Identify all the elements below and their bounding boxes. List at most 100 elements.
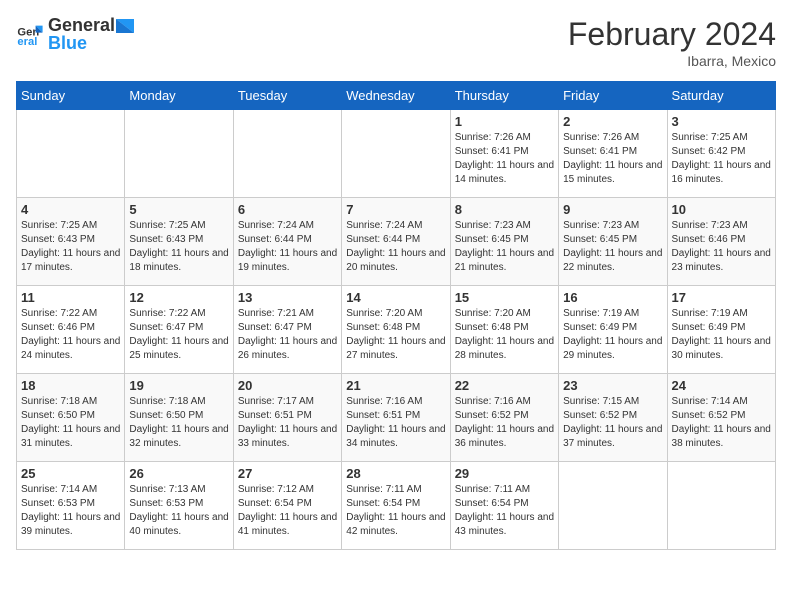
day-info: Sunrise: 7:25 AM Sunset: 6:42 PM Dayligh… [672,131,771,187]
calendar-cell: 26 Sunrise: 7:13 AM Sunset: 6:53 PM Dayli… [125,462,233,550]
day-number: 10 [672,202,771,217]
calendar-cell [233,110,341,198]
day-info: Sunrise: 7:16 AM Sunset: 6:52 PM Dayligh… [455,395,554,451]
day-number: 24 [672,378,771,393]
day-number: 7 [346,202,445,217]
logo: Gen eral General Blue [16,16,135,52]
calendar-cell: 1Sunrise: 7:26 AM Sunset: 6:41 PM Daylig… [450,110,558,198]
week-row-2: 11 Sunrise: 7:22 AM Sunset: 6:46 PM Dayli… [17,286,776,374]
day-header-monday: Monday [125,82,233,110]
day-number: 8 [455,202,554,217]
calendar-cell: 23 Sunrise: 7:15 AM Sunset: 6:52 PM Dayli… [559,374,667,462]
svg-text:eral: eral [17,36,37,48]
calendar-cell: 6Sunrise: 7:24 AM Sunset: 6:44 PM Daylig… [233,198,341,286]
logo-general: General [48,15,115,35]
day-number: 3 [672,114,771,129]
week-row-4: 25Sunrise: 7:14 AM Sunset: 6:53 PM Dayli… [17,462,776,550]
calendar-cell: 4 Sunrise: 7:25 AM Sunset: 6:43 PM Daylig… [17,198,125,286]
calendar-cell: 21 Sunrise: 7:16 AM Sunset: 6:51 PM Dayli… [342,374,450,462]
day-number: 28 [346,466,445,481]
day-info: Sunrise: 7:18 AM Sunset: 6:50 PM Dayligh… [21,395,120,451]
calendar-cell [559,462,667,550]
day-info: Sunrise: 7:11 AM Sunset: 6:54 PM Dayligh… [346,483,445,539]
day-info: Sunrise: 7:22 AM Sunset: 6:47 PM Dayligh… [129,307,228,363]
day-info: Sunrise: 7:18 AM Sunset: 6:50 PM Dayligh… [129,395,228,451]
calendar-header: SundayMondayTuesdayWednesdayThursdayFrid… [17,82,776,110]
day-info: Sunrise: 7:22 AM Sunset: 6:46 PM Dayligh… [21,307,120,363]
calendar-cell: 14Sunrise: 7:20 AM Sunset: 6:48 PM Dayli… [342,286,450,374]
calendar-cell: 17 Sunrise: 7:19 AM Sunset: 6:49 PM Dayli… [667,286,775,374]
calendar-cell: 16 Sunrise: 7:19 AM Sunset: 6:49 PM Dayli… [559,286,667,374]
calendar-cell: 9Sunrise: 7:23 AM Sunset: 6:45 PM Daylig… [559,198,667,286]
calendar-cell [667,462,775,550]
calendar-cell: 10 Sunrise: 7:23 AM Sunset: 6:46 PM Dayli… [667,198,775,286]
day-header-tuesday: Tuesday [233,82,341,110]
day-info: Sunrise: 7:17 AM Sunset: 6:51 PM Dayligh… [238,395,337,451]
day-number: 6 [238,202,337,217]
day-number: 29 [455,466,554,481]
day-header-wednesday: Wednesday [342,82,450,110]
day-number: 15 [455,290,554,305]
day-number: 26 [129,466,228,481]
calendar-cell: 3 Sunrise: 7:25 AM Sunset: 6:42 PM Daylig… [667,110,775,198]
calendar-cell: 27 Sunrise: 7:12 AM Sunset: 6:54 PM Dayli… [233,462,341,550]
day-info: Sunrise: 7:26 AM Sunset: 6:41 PM Dayligh… [455,131,554,187]
calendar-cell: 22 Sunrise: 7:16 AM Sunset: 6:52 PM Dayli… [450,374,558,462]
calendar-cell [125,110,233,198]
calendar-cell: 12Sunrise: 7:22 AM Sunset: 6:47 PM Dayli… [125,286,233,374]
calendar-cell: 8 Sunrise: 7:23 AM Sunset: 6:45 PM Daylig… [450,198,558,286]
calendar-cell: 7Sunrise: 7:24 AM Sunset: 6:44 PM Daylig… [342,198,450,286]
day-number: 20 [238,378,337,393]
day-info: Sunrise: 7:12 AM Sunset: 6:54 PM Dayligh… [238,483,337,539]
day-info: Sunrise: 7:25 AM Sunset: 6:43 PM Dayligh… [21,219,120,275]
title-area: February 2024 Ibarra, Mexico [568,16,776,69]
day-number: 27 [238,466,337,481]
day-number: 2 [563,114,662,129]
logo-icon: Gen eral [16,20,44,48]
day-info: Sunrise: 7:11 AM Sunset: 6:54 PM Dayligh… [455,483,554,539]
day-header-thursday: Thursday [450,82,558,110]
calendar-title: February 2024 [568,16,776,53]
day-info: Sunrise: 7:26 AM Sunset: 6:41 PM Dayligh… [563,131,662,187]
day-info: Sunrise: 7:14 AM Sunset: 6:52 PM Dayligh… [672,395,771,451]
calendar-cell: 15Sunrise: 7:20 AM Sunset: 6:48 PM Dayli… [450,286,558,374]
calendar-subtitle: Ibarra, Mexico [568,53,776,69]
calendar-cell: 19Sunrise: 7:18 AM Sunset: 6:50 PM Dayli… [125,374,233,462]
calendar-cell: 5Sunrise: 7:25 AM Sunset: 6:43 PM Daylig… [125,198,233,286]
day-header-friday: Friday [559,82,667,110]
day-info: Sunrise: 7:23 AM Sunset: 6:45 PM Dayligh… [455,219,554,275]
day-number: 16 [563,290,662,305]
calendar-cell: 11 Sunrise: 7:22 AM Sunset: 6:46 PM Dayli… [17,286,125,374]
day-number: 18 [21,378,120,393]
day-number: 21 [346,378,445,393]
logo-arrow-icon [116,19,134,33]
calendar-cell: 18 Sunrise: 7:18 AM Sunset: 6:50 PM Dayli… [17,374,125,462]
day-number: 13 [238,290,337,305]
day-number: 25 [21,466,120,481]
calendar-cell: 29 Sunrise: 7:11 AM Sunset: 6:54 PM Dayli… [450,462,558,550]
day-number: 11 [21,290,120,305]
logo-blue-text: Blue [48,34,135,52]
day-number: 4 [21,202,120,217]
calendar-cell: 2 Sunrise: 7:26 AM Sunset: 6:41 PM Daylig… [559,110,667,198]
day-number: 17 [672,290,771,305]
day-info: Sunrise: 7:19 AM Sunset: 6:49 PM Dayligh… [672,307,771,363]
day-number: 14 [346,290,445,305]
calendar-body: 1Sunrise: 7:26 AM Sunset: 6:41 PM Daylig… [17,110,776,550]
day-info: Sunrise: 7:25 AM Sunset: 6:43 PM Dayligh… [129,219,228,275]
day-info: Sunrise: 7:15 AM Sunset: 6:52 PM Dayligh… [563,395,662,451]
calendar-cell: 24 Sunrise: 7:14 AM Sunset: 6:52 PM Dayli… [667,374,775,462]
day-info: Sunrise: 7:13 AM Sunset: 6:53 PM Dayligh… [129,483,228,539]
day-info: Sunrise: 7:19 AM Sunset: 6:49 PM Dayligh… [563,307,662,363]
day-header-saturday: Saturday [667,82,775,110]
header: Gen eral General Blue February 2024 Ibar… [16,16,776,69]
calendar-cell [342,110,450,198]
week-row-1: 4 Sunrise: 7:25 AM Sunset: 6:43 PM Daylig… [17,198,776,286]
calendar-cell: 20 Sunrise: 7:17 AM Sunset: 6:51 PM Dayli… [233,374,341,462]
day-number: 23 [563,378,662,393]
calendar-cell: 28 Sunrise: 7:11 AM Sunset: 6:54 PM Dayli… [342,462,450,550]
calendar-cell: 25Sunrise: 7:14 AM Sunset: 6:53 PM Dayli… [17,462,125,550]
day-number: 22 [455,378,554,393]
day-info: Sunrise: 7:23 AM Sunset: 6:46 PM Dayligh… [672,219,771,275]
day-info: Sunrise: 7:16 AM Sunset: 6:51 PM Dayligh… [346,395,445,451]
